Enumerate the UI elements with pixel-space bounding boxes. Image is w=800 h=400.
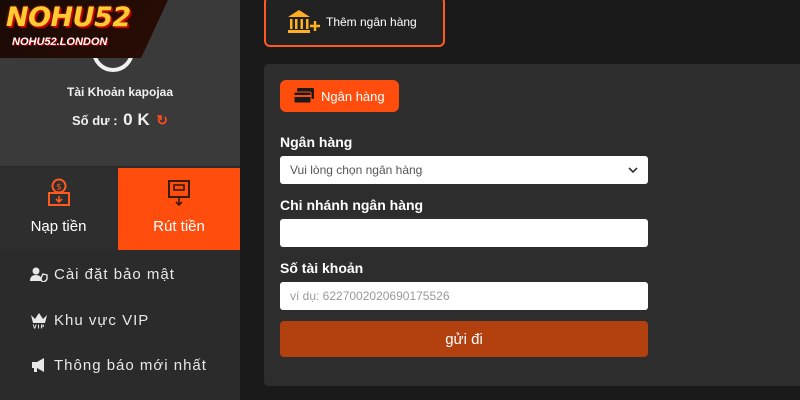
- logo-text: NOHU52: [6, 2, 131, 33]
- balance-value: 0 K: [123, 110, 150, 129]
- account-number-input[interactable]: [280, 282, 648, 310]
- tab-withdraw[interactable]: Rút tiền: [118, 168, 240, 250]
- bank-select-value: Vui lòng chọn ngân hàng: [290, 163, 423, 177]
- vip-crown-icon: VIP: [31, 313, 47, 330]
- menu-item-notifications-label: Thông báo mới nhất: [54, 356, 207, 374]
- bank-card-icon: [293, 88, 314, 104]
- withdraw-icon: [168, 180, 190, 207]
- bank-select[interactable]: Vui lòng chọn ngân hàng: [280, 156, 648, 184]
- add-bank-label: Thêm ngân hàng: [326, 14, 417, 29]
- transaction-tabs: $ Nạp tiền Rút tiền: [0, 168, 240, 250]
- tab-deposit-label: Nạp tiền: [30, 218, 87, 235]
- menu-item-notifications[interactable]: Thông báo mới nhất: [30, 353, 207, 377]
- balance-label: Số dư :: [72, 113, 118, 128]
- account-number-label: Số tài khoản: [280, 260, 364, 276]
- balance-row: Số dư : 0 K ↻: [0, 110, 240, 130]
- tab-deposit[interactable]: $ Nạp tiền: [0, 168, 117, 250]
- menu-item-security-label: Cài đặt bảo mật: [54, 265, 175, 283]
- tab-withdraw-label: Rút tiền: [153, 218, 205, 235]
- branch-field-label: Chi nhánh ngân hàng: [280, 197, 424, 213]
- branch-input[interactable]: [280, 219, 648, 247]
- bank-add-icon: [288, 9, 320, 33]
- deposit-icon: $: [47, 178, 70, 206]
- chevron-down-icon: [628, 167, 638, 174]
- menu-item-vip-label: Khu vực VIP: [54, 311, 150, 329]
- svg-text:$: $: [56, 183, 62, 193]
- menu-item-security[interactable]: Cài đặt bảo mật: [30, 262, 175, 286]
- logo-subtext: NOHU52.LONDON: [12, 36, 108, 48]
- refresh-icon[interactable]: ↻: [156, 112, 168, 128]
- submit-button[interactable]: gửi đi: [280, 321, 648, 357]
- svg-text:VIP: VIP: [33, 325, 45, 330]
- bank-method-chip[interactable]: Ngân hàng: [280, 80, 399, 112]
- bank-chip-label: Ngân hàng: [321, 88, 385, 104]
- add-bank-button[interactable]: Thêm ngân hàng: [264, 0, 445, 47]
- megaphone-icon: [32, 358, 44, 372]
- withdraw-form-panel: Ngân hàng Ngân hàng Vui lòng chọn ngân h…: [264, 64, 800, 386]
- user-shield-icon: [30, 267, 48, 282]
- menu-item-vip[interactable]: VIP Khu vực VIP: [30, 308, 149, 332]
- brand-logo[interactable]: NOHU52 NOHU52.LONDON: [0, 0, 168, 58]
- bank-field-label: Ngân hàng: [280, 134, 353, 150]
- sidebar: Tài Khoản kapojaa Số dư : 0 K ↻ NOHU52 N…: [0, 0, 240, 400]
- account-name: Tài Khoản kapojaa: [66, 85, 174, 99]
